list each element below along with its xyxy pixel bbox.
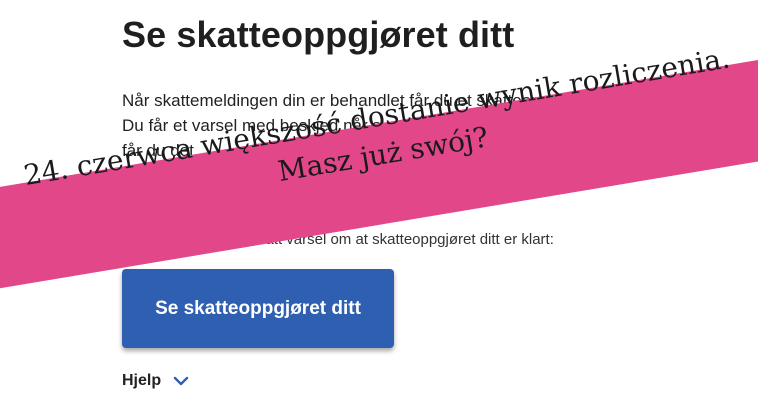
view-tax-settlement-button[interactable]: Se skatteoppgjøret ditt [122,269,394,348]
screenshot-stage: Se skatteoppgjøret ditt Når skattemeldin… [0,0,758,404]
chevron-down-icon [173,376,189,386]
page-title: Se skatteoppgjøret ditt [122,14,515,55]
help-label: Hjelp [122,372,162,389]
help-toggle[interactable]: Hjelp [122,372,189,390]
